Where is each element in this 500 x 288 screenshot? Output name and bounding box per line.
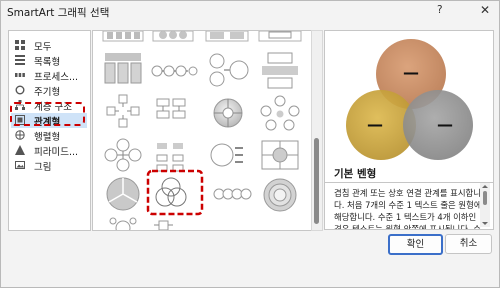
- description-scrollbar[interactable]: [480, 183, 490, 227]
- dialog-title: SmartArt 그래픽 선택: [7, 7, 110, 19]
- category-selection-highlight: [10, 102, 85, 126]
- venn-text-top: —: [403, 63, 419, 82]
- gallery-scrollbar-thumb[interactable]: [314, 138, 319, 224]
- layout-thumb[interactable]: [209, 53, 249, 87]
- category-label: 목록형: [34, 57, 61, 68]
- layout-thumb[interactable]: [151, 65, 198, 77]
- category-list: 모두 목록형 프로세스... 주기형 계층 구조 관계형 행렬형 피라미드...…: [8, 30, 91, 231]
- basic-venn-preview: — — —: [346, 39, 473, 160]
- description-box: 겹침 관계 또는 상호 연결 관계를 표시합니다. 처음 7개의 수준 1 텍스…: [324, 182, 494, 230]
- all-grid-icon: [15, 40, 25, 50]
- layout-thumb[interactable]: [106, 94, 140, 128]
- layout-thumb[interactable]: [213, 188, 252, 200]
- layout-thumb[interactable]: [205, 31, 249, 42]
- ok-button[interactable]: 확인: [388, 234, 443, 255]
- layout-thumb[interactable]: [258, 31, 302, 42]
- preview-panel: — — —: [324, 30, 494, 183]
- layout-thumb[interactable]: [156, 143, 184, 172]
- layout-selection-annotation: [146, 169, 204, 216]
- layout-thumb[interactable]: [152, 31, 194, 42]
- pyramid-icon: [15, 145, 25, 155]
- category-item-cycle[interactable]: 주기형: [11, 83, 87, 98]
- process-icon: [15, 73, 25, 77]
- matrix-icon: [15, 130, 25, 140]
- layout-thumb[interactable]: [106, 177, 140, 211]
- layout-thumb[interactable]: [156, 98, 186, 119]
- category-label: 행렬형: [34, 132, 61, 143]
- layout-thumb-basic-venn[interactable]: [155, 177, 187, 207]
- close-button[interactable]: ✕: [480, 3, 490, 17]
- category-item-matrix[interactable]: 행렬형: [11, 128, 87, 143]
- category-label: 모두: [34, 42, 52, 53]
- layout-thumb[interactable]: [104, 53, 142, 84]
- layout-thumb[interactable]: [210, 143, 243, 167]
- layout-thumb[interactable]: [154, 220, 173, 230]
- cancel-button[interactable]: 취소: [445, 234, 492, 254]
- category-item-list[interactable]: 목록형: [11, 53, 87, 68]
- layout-thumb[interactable]: [104, 138, 142, 172]
- description-text: 겹침 관계 또는 상호 연결 관계를 표시합니다. 처음 7개의 수준 1 텍스…: [334, 188, 482, 230]
- help-button[interactable]: ?: [437, 4, 443, 16]
- cycle-icon: [15, 85, 25, 95]
- category-item-all[interactable]: 모두: [11, 38, 87, 53]
- layout-thumb[interactable]: [260, 95, 300, 131]
- category-item-pyramid[interactable]: 피라미드...: [11, 143, 87, 158]
- picture-icon: [15, 161, 25, 169]
- smartart-dialog: SmartArt 그래픽 선택 ? ✕ 모두 목록형 프로세스... 주기형 계…: [0, 0, 500, 288]
- category-label: 그림: [34, 162, 52, 173]
- layout-thumb[interactable]: [109, 217, 137, 230]
- gallery-scrollbar[interactable]: [311, 30, 323, 231]
- venn-text-right: —: [437, 115, 453, 134]
- venn-text-left: —: [367, 115, 383, 134]
- layout-thumb[interactable]: [102, 31, 144, 42]
- preview-title: 기본 벤형: [334, 168, 377, 180]
- layout-gallery: [92, 30, 312, 231]
- category-item-process[interactable]: 프로세스...: [11, 68, 87, 83]
- layout-thumb[interactable]: [213, 98, 243, 128]
- layout-thumb[interactable]: [262, 52, 298, 89]
- category-item-picture[interactable]: 그림: [11, 158, 87, 173]
- list-icon: [15, 55, 25, 65]
- category-label: 프로세스...: [34, 72, 79, 83]
- category-label: 주기형: [34, 87, 61, 98]
- layout-thumb[interactable]: [263, 178, 297, 212]
- category-label: 피라미드...: [34, 147, 79, 158]
- layout-thumb[interactable]: [261, 140, 299, 170]
